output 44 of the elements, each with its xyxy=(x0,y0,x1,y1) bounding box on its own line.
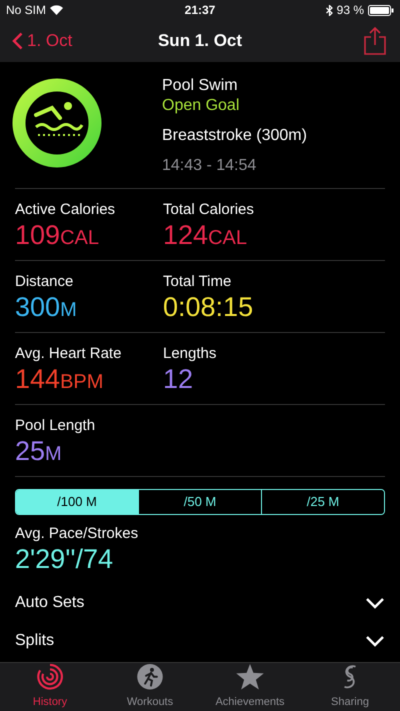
segment-tab[interactable]: /25 M xyxy=(261,490,384,514)
chevron-left-icon xyxy=(12,32,23,50)
star-icon xyxy=(235,663,265,690)
segment-tab[interactable]: /100 M xyxy=(16,490,138,514)
share-icon xyxy=(364,27,386,55)
tab-item[interactable]: Workouts xyxy=(100,663,200,711)
metric-value: 124CAL xyxy=(163,219,248,252)
metric-label: Avg. Heart Rate xyxy=(15,345,122,363)
battery-icon xyxy=(368,4,394,16)
back-button[interactable]: 1. Oct xyxy=(12,28,158,54)
metric-label: Total Time xyxy=(163,273,232,291)
metric-value: 300M xyxy=(15,291,78,324)
metric-value: 25M xyxy=(15,435,63,468)
metric-label: Distance xyxy=(15,273,74,291)
time-range: 14:43 - 14:54 xyxy=(162,156,258,176)
metric-value: 109CAL xyxy=(15,219,100,252)
tab-item[interactable]: Sharing xyxy=(300,663,400,711)
metric-label: Pool Length xyxy=(15,417,96,435)
workout-type: Pool Swim xyxy=(162,76,239,96)
chevron-icon xyxy=(365,597,385,609)
metric-label: Active Calories xyxy=(15,201,116,219)
section-row[interactable]: Auto Sets xyxy=(15,583,385,623)
wifi-icon xyxy=(50,5,64,15)
carrier: No SIM xyxy=(6,2,46,19)
workout-goal: Open Goal xyxy=(162,96,240,116)
page-title: Sun 1. Oct xyxy=(158,30,242,52)
metric-label: Lengths xyxy=(163,345,218,363)
metric-value: 12 xyxy=(163,363,194,395)
bluetooth-icon xyxy=(326,4,333,16)
tab-item[interactable]: History xyxy=(0,663,100,711)
tab-item[interactable]: Achievements xyxy=(200,663,300,711)
chevron-icon xyxy=(365,635,385,647)
stroke-type: Breaststroke (300m) xyxy=(162,126,307,146)
pace-value: 2'29''/74 xyxy=(15,543,114,575)
battery-percent: 93 % xyxy=(336,2,364,19)
rings-icon xyxy=(36,663,64,690)
share-button[interactable] xyxy=(364,26,388,56)
metric-value: 144BPM xyxy=(15,363,104,396)
metric-label: Total Calories xyxy=(163,201,255,219)
swim-ring-icon xyxy=(12,78,102,168)
metric-value: 0:08:15 xyxy=(163,291,254,323)
pace-label: Avg. Pace/Strokes xyxy=(15,525,140,543)
clock: 21:37 xyxy=(184,2,216,19)
section-row[interactable]: Splits xyxy=(15,623,385,659)
